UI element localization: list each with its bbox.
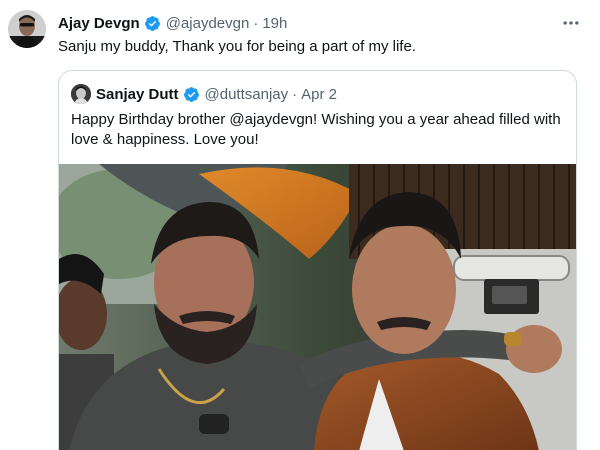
quoted-author-avatar-image xyxy=(71,84,91,104)
verified-badge-icon xyxy=(144,15,160,31)
verified-badge-icon xyxy=(183,86,199,102)
more-options-button[interactable] xyxy=(560,12,582,34)
author-handle[interactable]: @ajaydevgn xyxy=(166,15,250,32)
quoted-tweet-timestamp[interactable]: Apr 2 xyxy=(301,86,337,103)
tweet-header: Ajay Devgn @ajaydevgn · 19h xyxy=(58,12,287,34)
author-avatar-image xyxy=(8,10,46,48)
quoted-tweet[interactable]: Sanjay Dutt @duttsanjay · Apr 2 Happy Bi… xyxy=(58,70,577,450)
author-name[interactable]: Ajay Devgn xyxy=(58,15,140,32)
quoted-author-handle[interactable]: @duttsanjay xyxy=(205,86,289,103)
more-options-icon xyxy=(563,21,579,25)
tweet-timestamp[interactable]: 19h xyxy=(262,15,287,32)
quoted-tweet-photo[interactable] xyxy=(59,164,576,450)
separator-dot: · xyxy=(292,85,298,103)
tweet-text: Sanju my buddy, Thank you for being a pa… xyxy=(58,38,416,55)
quoted-author-name[interactable]: Sanjay Dutt xyxy=(96,86,179,103)
photo-image xyxy=(59,164,576,450)
quoted-tweet-header: Sanjay Dutt @duttsanjay · Apr 2 xyxy=(71,83,337,105)
quoted-author-avatar[interactable] xyxy=(71,84,91,104)
author-avatar[interactable] xyxy=(8,10,46,48)
tweet-card[interactable]: Ajay Devgn @ajaydevgn · 19h Sanju my bud… xyxy=(0,0,600,450)
quoted-tweet-text: Happy Birthday brother @ajaydevgn! Wishi… xyxy=(71,111,561,148)
separator-dot: · xyxy=(253,14,259,32)
